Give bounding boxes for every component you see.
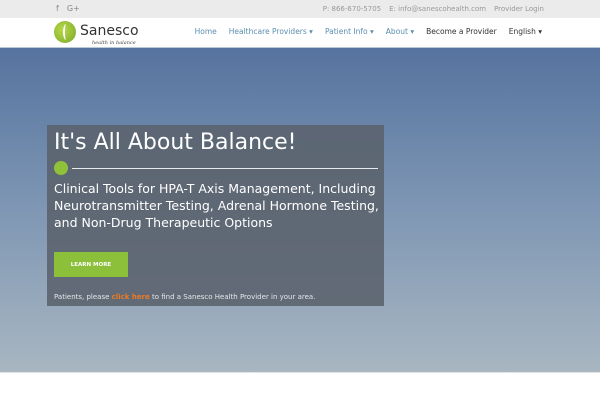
hero-subtitle: Clinical Tools for HPA-T Axis Management… xyxy=(54,181,379,230)
divider xyxy=(0,372,600,373)
nav-patient-info[interactable]: Patient Info ▾ xyxy=(325,27,374,36)
logo-tagline: health in balance xyxy=(92,40,136,46)
note-text: Patients, please xyxy=(54,293,112,301)
social-links: f G+ xyxy=(56,4,80,13)
nav-language[interactable]: English ▾ xyxy=(509,27,542,36)
main-nav: Sanesco health in balance Home Healthcar… xyxy=(0,18,600,48)
nav-menu: Home Healthcare Providers ▾ Patient Info… xyxy=(195,27,542,36)
hero-title: It's All About Balance! xyxy=(54,130,297,155)
logo-icon xyxy=(54,21,76,43)
note-text-end: to find a Sanesco Health Provider in you… xyxy=(149,293,316,301)
nav-home[interactable]: Home xyxy=(195,27,217,36)
google-plus-icon[interactable]: G+ xyxy=(67,4,80,13)
nav-about[interactable]: About ▾ xyxy=(386,27,414,36)
provider-login-link[interactable]: Provider Login xyxy=(494,5,544,13)
email[interactable]: E: info@sanescohealth.com xyxy=(389,5,486,13)
logo[interactable]: Sanesco health in balance xyxy=(54,21,139,46)
phone[interactable]: P: 866-670-5705 xyxy=(323,5,381,13)
hero-card: It's All About Balance! Clinical Tools f… xyxy=(47,125,384,306)
divider-line xyxy=(72,168,378,169)
facebook-icon[interactable]: f xyxy=(56,4,59,13)
nav-healthcare-providers[interactable]: Healthcare Providers ▾ xyxy=(229,27,313,36)
logo-text: Sanesco xyxy=(80,23,139,39)
patients-note: Patients, please click here to find a Sa… xyxy=(54,293,315,301)
learn-more-button[interactable]: LEARN MORE xyxy=(54,252,128,277)
hero-divider xyxy=(54,161,378,175)
contact-info: P: 866-670-5705 E: info@sanescohealth.co… xyxy=(323,5,544,13)
logo-leaf-icon xyxy=(54,161,68,175)
nav-become-provider[interactable]: Become a Provider xyxy=(426,27,497,36)
click-here-link[interactable]: click here xyxy=(112,293,150,301)
top-bar: f G+ P: 866-670-5705 E: info@sanescoheal… xyxy=(0,0,600,18)
